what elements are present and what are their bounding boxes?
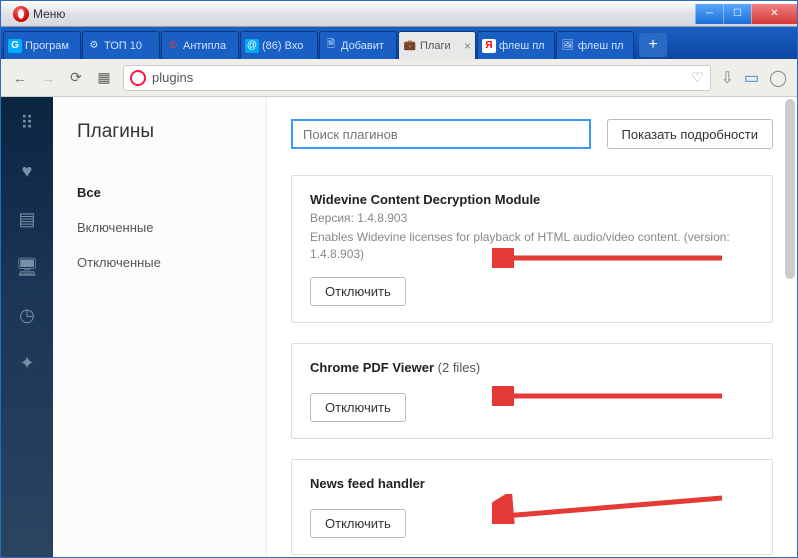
tab-close-icon[interactable]: × — [464, 39, 471, 53]
extensions-icon[interactable]: ✦ — [15, 351, 39, 375]
forward-button[interactable]: → — [39, 70, 57, 86]
yandex-icon: Я — [482, 39, 496, 53]
scrollbar[interactable] — [785, 99, 795, 555]
news-icon[interactable]: ▤ — [15, 207, 39, 231]
plugin-version: Версия: 1.4.8.903 — [310, 211, 754, 225]
sidebar-item-disabled[interactable]: Отключенные — [77, 245, 242, 280]
new-tab-button[interactable]: + — [639, 33, 667, 57]
plugin-card-pdf: Chrome PDF Viewer (2 files) Отключить — [291, 343, 773, 439]
tab-1[interactable]: ⚙ТОП 10 — [82, 31, 160, 59]
plugin-title: News feed handler — [310, 476, 754, 491]
plugin-description: Enables Widevine licenses for playback o… — [310, 229, 730, 263]
address-field[interactable]: ♡ — [123, 65, 711, 91]
menu-label: Меню — [33, 7, 65, 21]
copyright-icon: © — [166, 39, 180, 53]
heart-icon[interactable]: ♡ — [691, 69, 704, 86]
maximize-button[interactable]: ☐ — [723, 4, 751, 24]
content-area: Показать подробности Widevine Content De… — [267, 97, 797, 557]
tab-0[interactable]: GПрограм — [3, 31, 81, 59]
devices-icon[interactable]: 🖥 — [15, 255, 39, 279]
show-details-button[interactable]: Показать подробности — [607, 119, 773, 149]
close-button[interactable]: ✕ — [751, 4, 797, 24]
plugin-card-widevine: Widevine Content Decryption Module Верси… — [291, 175, 773, 323]
tab-strip: GПрограм ⚙ТОП 10 ©Антипла @(86) Вхо 🗎Доб… — [1, 27, 797, 59]
sidebar: Плагины Все Включенные Отключенные — [53, 97, 267, 557]
profile-icon[interactable]: ◯ — [769, 68, 787, 88]
main-area: ⠿ ♥ ▤ 🖥 ◷ ✦ Плагины Все Включенные Отклю… — [1, 97, 797, 557]
reload-button[interactable]: ⟳ — [67, 69, 85, 86]
download-icon[interactable]: ⇩ — [721, 68, 734, 88]
disable-button[interactable]: Отключить — [310, 277, 406, 306]
sidebar-item-all[interactable]: Все — [77, 175, 242, 210]
tab-icon: G — [8, 39, 22, 53]
document-icon: 🗎 — [324, 39, 338, 53]
heart-rail-icon[interactable]: ♥ — [15, 159, 39, 183]
opera-icon — [13, 6, 29, 22]
plugin-title: Widevine Content Decryption Module — [310, 192, 754, 207]
gear-icon: ⚙ — [87, 39, 101, 53]
tab-7[interactable]: 🖼флеш пл — [556, 31, 634, 59]
opera-o-icon — [130, 70, 146, 86]
history-icon[interactable]: ◷ — [15, 303, 39, 327]
left-rail: ⠿ ♥ ▤ 🖥 ◷ ✦ — [1, 97, 53, 557]
disable-button[interactable]: Отключить — [310, 509, 406, 538]
tab-3[interactable]: @(86) Вхо — [240, 31, 318, 59]
tab-6[interactable]: Яфлеш пл — [477, 31, 555, 59]
tab-5-active[interactable]: 💼Плаги× — [398, 31, 476, 59]
page-title: Плагины — [77, 121, 242, 143]
mail-icon: @ — [245, 39, 259, 53]
image-icon: 🖼 — [561, 39, 575, 53]
scroll-thumb[interactable] — [785, 99, 795, 279]
plugin-title: Chrome PDF Viewer (2 files) — [310, 360, 754, 375]
address-bar: ← → ⟳ ▦ ♡ ⇩ ▭ ◯ — [1, 59, 797, 97]
plugin-card-news: News feed handler Отключить — [291, 459, 773, 555]
speed-dial-icon[interactable]: ▦ — [95, 69, 113, 86]
window-controls: ─ ☐ ✕ — [695, 4, 797, 24]
search-input[interactable] — [291, 119, 591, 149]
grid-icon[interactable]: ⠿ — [15, 111, 39, 135]
tab-4[interactable]: 🗎Добавит — [319, 31, 397, 59]
disable-button[interactable]: Отключить — [310, 393, 406, 422]
minimize-button[interactable]: ─ — [695, 4, 723, 24]
back-button[interactable]: ← — [11, 70, 29, 86]
sidebar-item-enabled[interactable]: Включенные — [77, 210, 242, 245]
battery-icon[interactable]: ▭ — [744, 68, 759, 88]
address-input[interactable] — [152, 70, 685, 85]
menu-button[interactable]: Меню — [7, 4, 71, 24]
window-titlebar: Меню ─ ☐ ✕ — [1, 1, 797, 27]
tab-2[interactable]: ©Антипла — [161, 31, 239, 59]
briefcase-icon: 💼 — [403, 39, 417, 53]
